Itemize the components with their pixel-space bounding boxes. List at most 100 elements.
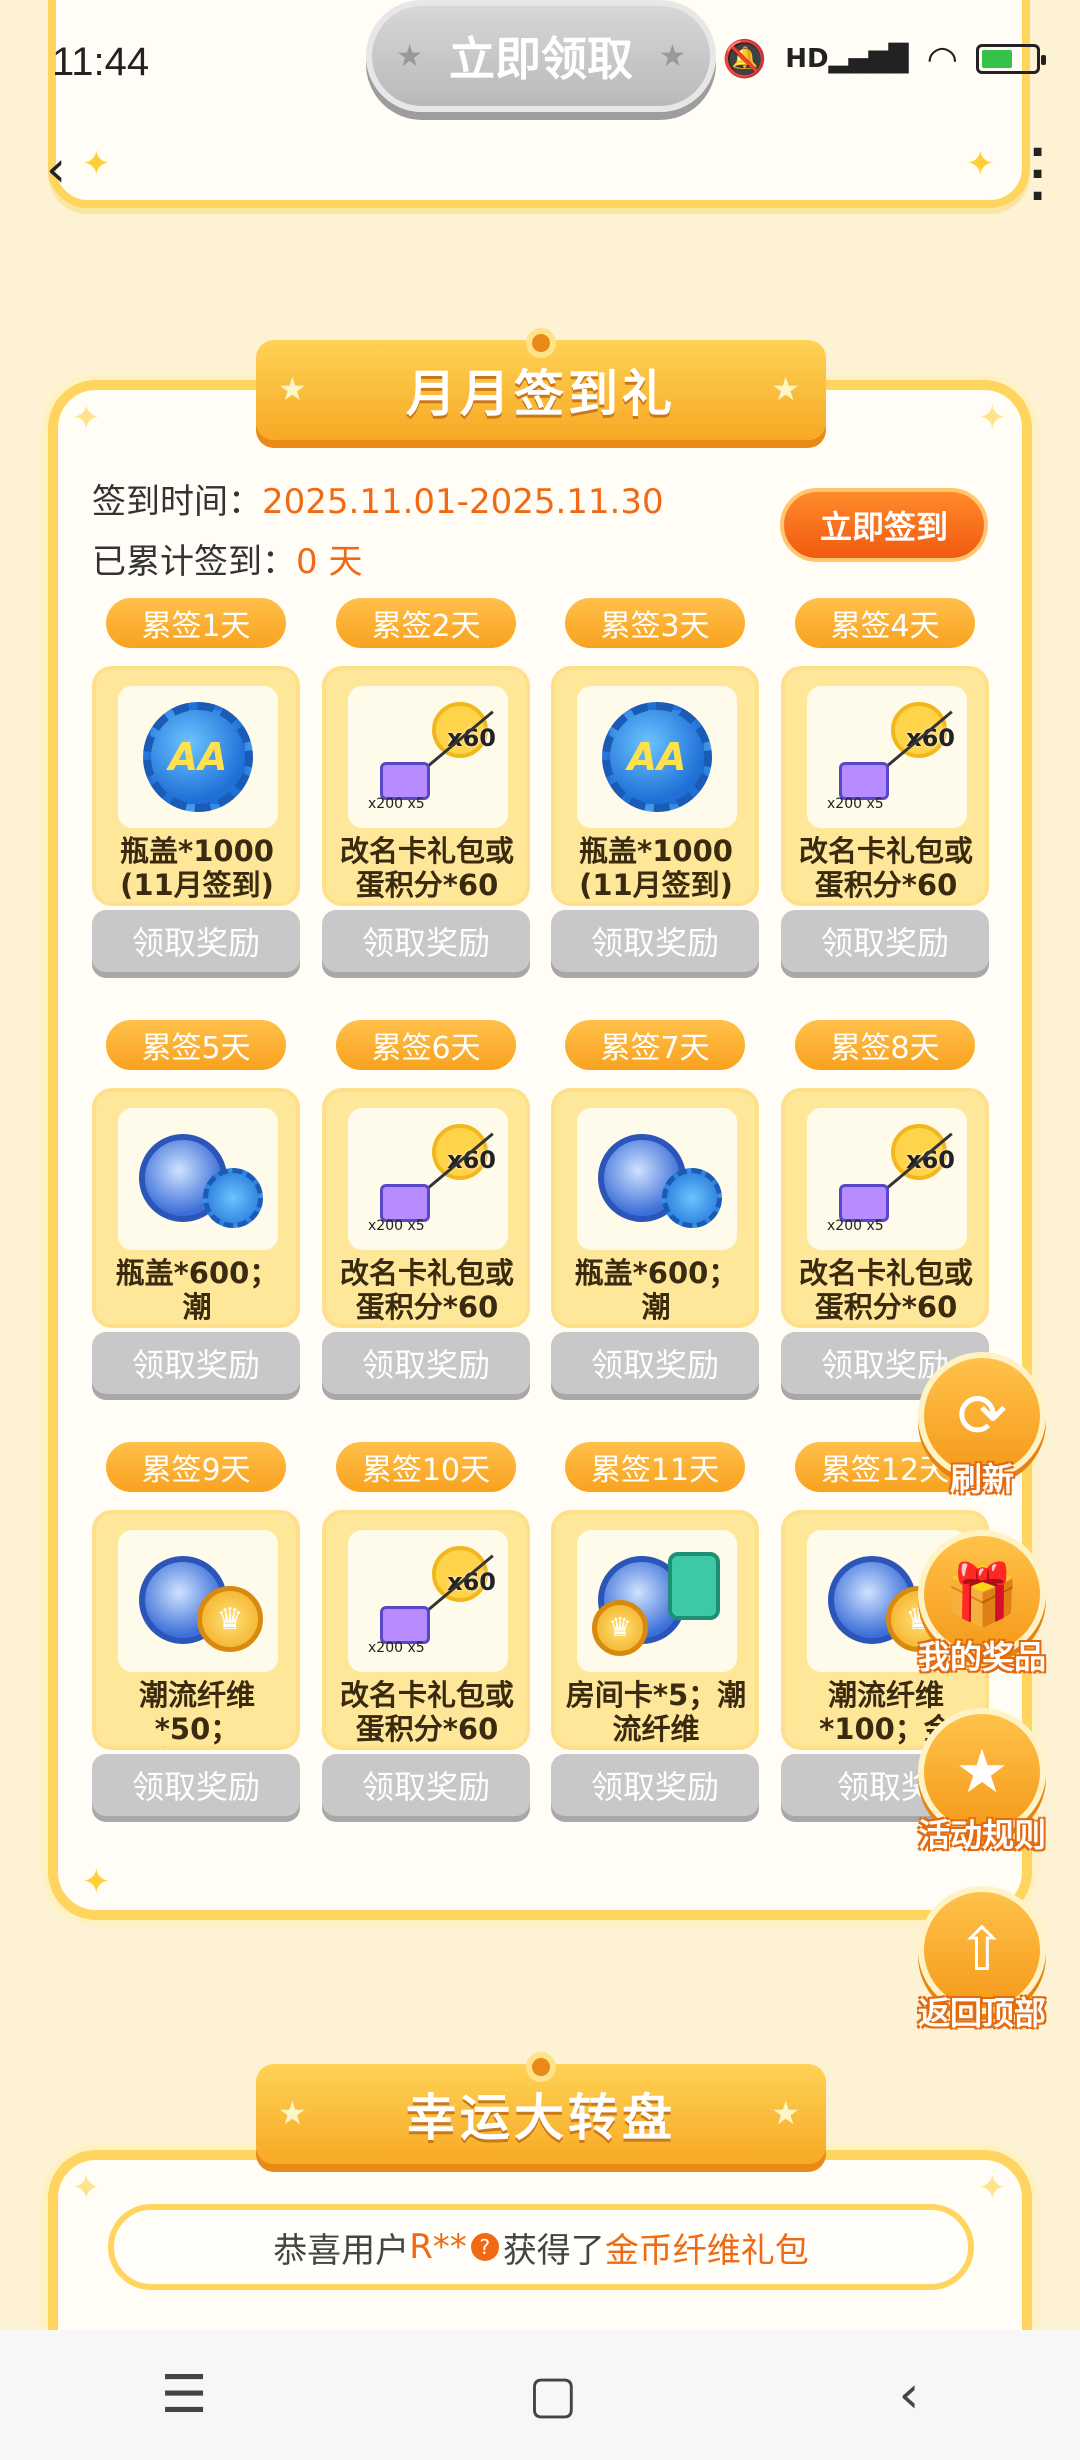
reward-item: 累签3天 AA 瓶盖*1000 (11月签到) 领取奖励 bbox=[551, 598, 759, 978]
back-to-top-button[interactable]: ⇧ 返回顶部 bbox=[912, 1886, 1052, 2054]
home-icon[interactable]: ▢ bbox=[528, 2365, 577, 2425]
reward-name: 改名卡礼包或 蛋积分*60 bbox=[339, 834, 514, 902]
day-tag: 累签4天 bbox=[795, 598, 975, 648]
reward-card: ♛房间卡*5；潮 流纤维*100... bbox=[551, 1510, 759, 1750]
reward-name: 改名卡礼包或 蛋积分*60 bbox=[339, 1256, 514, 1324]
day-tag: 累签10天 bbox=[336, 1442, 516, 1492]
reward-name: 潮流纤维*50； 金币*1（11... bbox=[138, 1678, 255, 1748]
claim-reward-button[interactable]: 领取奖励 bbox=[92, 1754, 300, 1816]
reward-card: x60 x200 x5 改名卡礼包或 蛋积分*60 bbox=[322, 1510, 530, 1750]
day-tag: 累签2天 bbox=[336, 598, 516, 648]
bottle-cap-icon: AA bbox=[577, 686, 737, 828]
reward-name: 瓶盖*1000 (11月签到) bbox=[120, 834, 274, 902]
reward-item: 累签8天 x60 x200 x5 改名卡礼包或 蛋积分*60 领取奖励 bbox=[781, 1020, 989, 1400]
rename-card-icon: x60 x200 x5 bbox=[348, 1530, 508, 1672]
sparkle-icon: ✦ bbox=[72, 2168, 101, 2208]
rename-card-icon: x60 x200 x5 bbox=[348, 1108, 508, 1250]
room-card-icon: ♛ bbox=[577, 1530, 737, 1672]
star-icon: ★ bbox=[278, 370, 311, 408]
reward-name: 房间卡*5；潮 流纤维*100... bbox=[565, 1678, 747, 1748]
day-tag: 累签3天 bbox=[565, 598, 745, 648]
mute-icon: 🔕 bbox=[722, 39, 768, 80]
reward-item: 累签1天 AA 瓶盖*1000 (11月签到) 领取奖励 bbox=[92, 598, 300, 978]
rename-card-icon: x60 x200 x5 bbox=[348, 686, 508, 828]
claim-reward-button[interactable]: 领取奖励 bbox=[92, 910, 300, 972]
sparkle-icon: ✦ bbox=[82, 1862, 111, 1902]
day-tag: 累签5天 bbox=[106, 1020, 286, 1070]
claim-now-label: 立即领取 bbox=[449, 32, 633, 86]
reward-card: AA 瓶盖*1000 (11月签到) bbox=[551, 666, 759, 906]
claim-reward-button[interactable]: 领取奖励 bbox=[92, 1332, 300, 1394]
claim-reward-button[interactable]: 领取奖励 bbox=[551, 1332, 759, 1394]
menu-icon[interactable]: ☰ bbox=[161, 2365, 208, 2425]
star-icon: ★ bbox=[771, 2094, 804, 2132]
reward-name: 瓶盖*600；潮 流纤维*20（... bbox=[574, 1256, 738, 1326]
claim-reward-button[interactable]: 领取奖励 bbox=[322, 910, 530, 972]
reward-card: x60 x200 x5 改名卡礼包或 蛋积分*60 bbox=[322, 1088, 530, 1328]
claim-reward-button[interactable]: 领取奖励 bbox=[551, 1754, 759, 1816]
reward-item: 累签9天 ♛潮流纤维*50； 金币*1（11...领取奖励 bbox=[92, 1442, 300, 1822]
reward-card: ♛潮流纤维*50； 金币*1（11... bbox=[92, 1510, 300, 1750]
sparkle-icon: ✦ bbox=[978, 398, 1007, 438]
star-icon: ★ bbox=[278, 2094, 311, 2132]
reward-card: 瓶盖*600；潮 流纤维*20（... bbox=[92, 1088, 300, 1328]
day-tag: 累签7天 bbox=[565, 1020, 745, 1070]
fiber-cap-icon bbox=[118, 1108, 278, 1250]
signal-icon: HD▂▄▆█ bbox=[785, 44, 909, 74]
claim-now-button[interactable]: ★ 立即领取 ★ bbox=[366, 0, 716, 112]
reward-card: x60 x200 x5 改名卡礼包或 蛋积分*60 bbox=[322, 666, 530, 906]
reward-item: 累签11天 ♛房间卡*5；潮 流纤维*100...领取奖励 bbox=[551, 1442, 759, 1822]
claim-reward-button[interactable]: 领取奖励 bbox=[322, 1754, 530, 1816]
battery-icon bbox=[976, 44, 1046, 74]
fiber-coin-icon: ♛ bbox=[118, 1530, 278, 1672]
reward-name: 瓶盖*600；潮 流纤维*20（... bbox=[115, 1256, 279, 1326]
claim-reward-button[interactable]: 领取奖励 bbox=[551, 910, 759, 972]
claim-reward-button[interactable]: 领取奖励 bbox=[781, 910, 989, 972]
sparkle-icon: ✦ bbox=[966, 144, 995, 184]
reward-card: x60 x200 x5 改名卡礼包或 蛋积分*60 bbox=[781, 1088, 989, 1328]
day-tag: 累签8天 bbox=[795, 1020, 975, 1070]
signin-count: 已累计签到：0 天 bbox=[92, 542, 363, 582]
day-tag: 累签6天 bbox=[336, 1020, 516, 1070]
reward-name: 改名卡礼包或 蛋积分*60 bbox=[339, 1678, 514, 1746]
reward-item: 累签10天 x60 x200 x5 改名卡礼包或 蛋积分*60 领取奖励 bbox=[322, 1442, 530, 1822]
lucky-wheel-title: ★ 幸运大转盘 ★ bbox=[256, 2052, 826, 2164]
back-nav-icon[interactable]: ‹ bbox=[899, 2365, 920, 2425]
fiber-cap-icon bbox=[577, 1108, 737, 1250]
signin-now-button[interactable]: 立即签到 bbox=[780, 488, 988, 562]
star-icon: ★ bbox=[396, 38, 423, 74]
refresh-button[interactable]: ⟳ 刷新 bbox=[912, 1352, 1052, 1520]
status-time: 11:44 bbox=[52, 40, 150, 84]
status-icons: 🔕 HD▂▄▆█ ◠ bbox=[722, 38, 1046, 80]
reward-name: 改名卡礼包或 蛋积分*60 bbox=[798, 834, 973, 902]
reward-item: 累签6天 x60 x200 x5 改名卡礼包或 蛋积分*60 领取奖励 bbox=[322, 1020, 530, 1400]
reward-card: x60 x200 x5 改名卡礼包或 蛋积分*60 bbox=[781, 666, 989, 906]
reward-card: 瓶盖*600；潮 流纤维*20（... bbox=[551, 1088, 759, 1328]
reward-name: 瓶盖*1000 (11月签到) bbox=[579, 834, 733, 902]
more-icon[interactable]: · · · bbox=[1029, 131, 1046, 219]
wifi-icon: ◠ bbox=[926, 38, 958, 80]
day-tag: 累签11天 bbox=[565, 1442, 745, 1492]
reward-item: 累签4天 x60 x200 x5 改名卡礼包或 蛋积分*60 领取奖励 bbox=[781, 598, 989, 978]
system-nav-bar: ☰ ▢ ‹ bbox=[0, 2330, 1080, 2460]
sparkle-icon: ✦ bbox=[72, 398, 101, 438]
reward-item: 累签5天瓶盖*600；潮 流纤维*20（...领取奖励 bbox=[92, 1020, 300, 1400]
reward-item: 累签2天 x60 x200 x5 改名卡礼包或 蛋积分*60 领取奖励 bbox=[322, 598, 530, 978]
my-prizes-button[interactable]: 🎁 我的奖品 bbox=[912, 1530, 1052, 1698]
activity-rules-button[interactable]: ★ 活动规则 bbox=[912, 1708, 1052, 1876]
rename-card-icon: x60 x200 x5 bbox=[807, 686, 967, 828]
reward-name: 改名卡礼包或 蛋积分*60 bbox=[798, 1256, 973, 1324]
sparkle-icon: ✦ bbox=[82, 144, 111, 184]
star-icon: ★ bbox=[659, 38, 686, 74]
back-icon[interactable]: ‹ bbox=[46, 140, 66, 198]
sparkle-icon: ✦ bbox=[978, 2168, 1007, 2208]
question-icon: ? bbox=[470, 2233, 499, 2261]
signin-period: 签到时间：2025.11.01-2025.11.30 bbox=[92, 482, 664, 522]
winner-ticker: 恭喜用户 R** ? 获得了 金币纤维礼包 bbox=[108, 2204, 974, 2290]
reward-card: AA 瓶盖*1000 (11月签到) bbox=[92, 666, 300, 906]
claim-reward-button[interactable]: 领取奖励 bbox=[322, 1332, 530, 1394]
bottle-cap-icon: AA bbox=[118, 686, 278, 828]
rename-card-icon: x60 x200 x5 bbox=[807, 1108, 967, 1250]
day-tag: 累签1天 bbox=[106, 598, 286, 648]
reward-item: 累签7天瓶盖*600；潮 流纤维*20（...领取奖励 bbox=[551, 1020, 759, 1400]
